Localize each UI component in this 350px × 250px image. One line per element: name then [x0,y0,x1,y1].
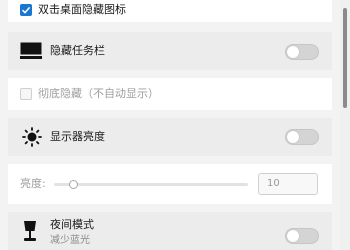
night-mode-toggle[interactable] [285,228,319,244]
toggle-knob [287,230,299,242]
vertical-scrollbar[interactable] [340,0,350,250]
toggle-knob [287,131,299,143]
sun-icon [22,127,42,147]
brightness-slider-track[interactable] [54,183,248,186]
brightness-label: 亮度: [20,177,46,190]
monitor-brightness-row: 显示器亮度 [8,118,332,156]
auto-hide-label: 彻底隐藏（不自动显示） [38,87,159,100]
night-mode-label: 夜间模式 [50,218,94,231]
hide-desktop-icons-label: 双击桌面隐藏图标 [38,3,126,16]
night-mode-row: 夜间模式 减少蓝光 [8,212,332,250]
scrollbar-thumb[interactable] [343,8,347,108]
checkmark-icon [21,6,31,14]
auto-hide-row: 彻底隐藏（不自动显示） [8,78,332,110]
hide-taskbar-label: 隐藏任务栏 [50,44,105,57]
night-mode-sublabel: 减少蓝光 [50,235,90,246]
hide-desktop-icons-checkbox[interactable] [20,4,32,16]
hide-taskbar-toggle[interactable] [285,44,319,60]
hide-desktop-icons-row[interactable]: 双击桌面隐藏图标 [8,0,332,22]
brightness-value-input[interactable]: 10 [258,173,318,195]
brightness-slider-row: 亮度: 10 [8,164,332,204]
brightness-slider-thumb[interactable] [68,180,78,189]
taskbar-icon [20,42,42,59]
hide-taskbar-row: 隐藏任务栏 [8,32,332,70]
settings-panel: 双击桌面隐藏图标 隐藏任务栏 彻底隐藏（不自动显示） 显示器亮度 亮度: 10 … [0,0,340,250]
auto-hide-checkbox[interactable] [20,88,32,100]
monitor-brightness-toggle[interactable] [285,129,319,145]
monitor-brightness-label: 显示器亮度 [50,130,105,143]
lamp-icon [24,221,36,241]
toggle-knob [287,46,299,58]
